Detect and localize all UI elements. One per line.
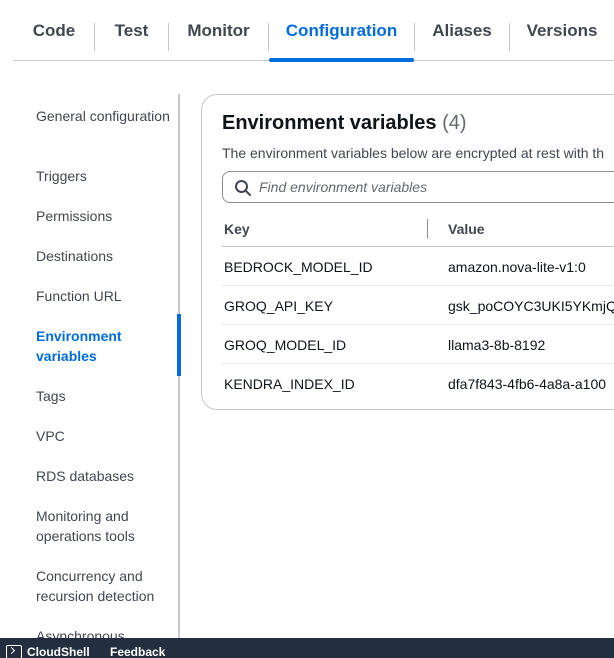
tab-monitor[interactable]: Monitor — [169, 0, 268, 61]
table-row: GROQ_API_KEY gsk_poCOYC3UKI5YKmjQv — [222, 286, 614, 325]
feedback-button[interactable]: Feedback — [110, 645, 165, 658]
console-bottom-bar: CloudShell Feedback — [0, 638, 614, 658]
search-icon — [235, 180, 251, 196]
table-header: Key Value — [222, 215, 614, 247]
nav-item-destinations[interactable]: Destinations — [36, 246, 171, 266]
table-row: GROQ_MODEL_ID llama3-8b-8192 — [222, 325, 614, 364]
env-value: gsk_poCOYC3UKI5YKmjQv — [448, 298, 614, 314]
column-resizer[interactable] — [427, 219, 428, 239]
search-input[interactable] — [259, 177, 614, 197]
tab-code[interactable]: Code — [14, 0, 94, 61]
tab-aliases[interactable]: Aliases — [415, 0, 509, 61]
table-row: BEDROCK_MODEL_ID amazon.nova-lite-v1:0 — [222, 247, 614, 286]
nav-item-function-url[interactable]: Function URL — [36, 286, 171, 306]
environment-variables-table: Key Value BEDROCK_MODEL_ID amazon.nova-l… — [222, 215, 614, 403]
nav-item-permissions[interactable]: Permissions — [36, 206, 171, 226]
env-value: llama3-8b-8192 — [448, 337, 546, 353]
env-key: KENDRA_INDEX_ID — [224, 376, 355, 392]
nav-item-tags[interactable]: Tags — [36, 386, 171, 406]
nav-item-vpc[interactable]: VPC — [36, 426, 171, 446]
env-key: GROQ_MODEL_ID — [224, 337, 347, 353]
column-header-key[interactable]: Key — [224, 221, 250, 237]
variable-count: (4) — [442, 112, 467, 134]
tab-configuration[interactable]: Configuration — [269, 0, 414, 62]
env-key: GROQ_API_KEY — [224, 298, 333, 314]
panel-title: Environment variables (4) — [222, 112, 467, 135]
nav-item-monitoring-tools[interactable]: Monitoring and operations tools — [36, 506, 171, 546]
configuration-side-nav: General configuration Triggers Permissio… — [0, 94, 182, 644]
nav-item-triggers[interactable]: Triggers — [36, 166, 171, 186]
nav-item-concurrency[interactable]: Concurrency and recursion detection — [36, 566, 171, 606]
panel-title-text: Environment variables — [222, 112, 437, 134]
tab-versions[interactable]: Versions — [510, 0, 614, 61]
environment-variables-panel: Environment variables (4) The environmen… — [201, 94, 614, 410]
nav-item-environment-variables[interactable]: Environment variables — [36, 326, 171, 366]
nav-item-general-configuration[interactable]: General configuration — [36, 106, 171, 126]
env-key: BEDROCK_MODEL_ID — [224, 259, 373, 275]
cloudshell-icon[interactable] — [6, 645, 22, 658]
panel-description: The environment variables below are encr… — [222, 145, 605, 161]
function-tabs: Code Test Monitor Configuration Aliases … — [14, 0, 614, 62]
cloudshell-button[interactable]: CloudShell — [27, 645, 90, 658]
side-nav-active-indicator — [177, 314, 181, 376]
table-row: KENDRA_INDEX_ID dfa7f843-4fb6-4a8a-a100 — [222, 364, 614, 403]
search-box[interactable] — [222, 171, 614, 203]
env-value: amazon.nova-lite-v1:0 — [448, 259, 586, 275]
lambda-configuration-page: Code Test Monitor Configuration Aliases … — [0, 0, 614, 658]
nav-item-rds-databases[interactable]: RDS databases — [36, 466, 171, 486]
tab-test[interactable]: Test — [95, 0, 168, 61]
column-header-value[interactable]: Value — [448, 221, 485, 237]
env-value: dfa7f843-4fb6-4a8a-a100 — [448, 376, 607, 392]
